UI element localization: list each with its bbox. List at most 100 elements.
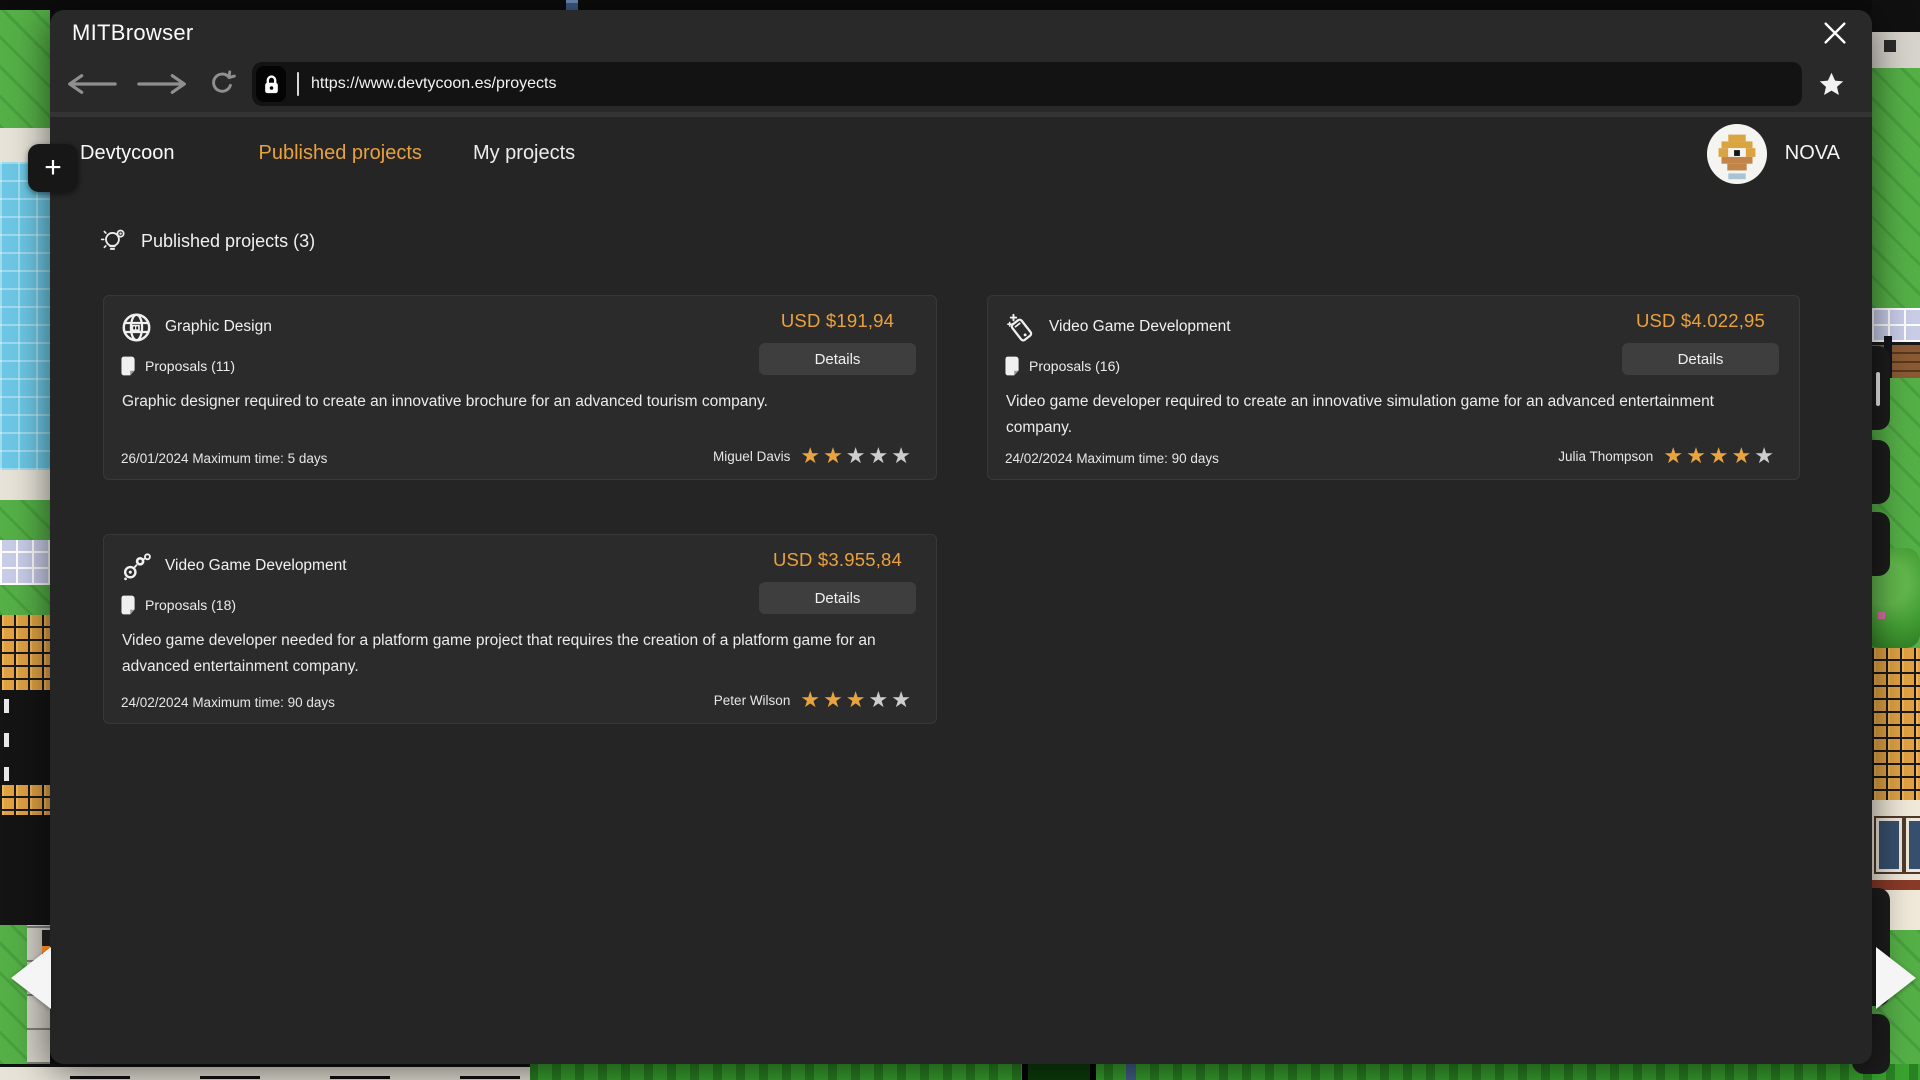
details-button[interactable]: Details <box>1622 343 1779 375</box>
empty-grid-cell <box>987 534 1800 724</box>
star-icon: ★ <box>823 443 846 468</box>
star-icon: ★ <box>1663 443 1686 468</box>
tab-published-projects[interactable]: Published projects <box>259 142 422 165</box>
game-dark-area <box>0 815 50 925</box>
star-icon: ★ <box>891 687 914 712</box>
rating-stars: ★★★★★ <box>800 690 914 710</box>
scroll-left-arrow[interactable] <box>11 947 51 1009</box>
game-building-wall <box>1872 32 1920 68</box>
back-button[interactable] <box>65 72 117 96</box>
lock-badge[interactable] <box>256 66 286 102</box>
site-header: Devtycoon Published projects My projects <box>50 117 1872 190</box>
game-grass <box>0 8 50 128</box>
project-card: Graphic Design USD $191,94 Details Propo… <box>103 295 937 480</box>
arrow-right-icon <box>137 72 189 96</box>
mobile-game-icon <box>1005 312 1036 343</box>
game-path-tiles <box>1872 308 1920 342</box>
document-icon <box>121 356 136 376</box>
price-box: USD $4.022,95 Details <box>1622 310 1779 375</box>
rating-stars: ★★★★★ <box>800 446 914 466</box>
card-footer: 24/02/2024 Maximum time: 90 days Peter W… <box>121 690 914 710</box>
game-flower-pixel <box>1878 612 1885 619</box>
avatar[interactable] <box>1706 123 1768 185</box>
proposals-count: Proposals (18) <box>145 597 236 613</box>
star-icon: ★ <box>846 687 869 712</box>
star-icon: ★ <box>1732 443 1755 468</box>
document-icon <box>121 595 136 615</box>
star-icon: ★ <box>800 443 823 468</box>
star-icon: ★ <box>869 687 892 712</box>
details-button[interactable]: Details <box>759 343 916 375</box>
game-roof-tiles <box>1872 648 1920 800</box>
game-grass <box>0 585 50 615</box>
reviewer-name: Peter Wilson <box>714 693 791 708</box>
project-meta: 24/02/2024 Maximum time: 90 days <box>1005 451 1219 466</box>
url-input[interactable]: https://www.devtycoon.es/proyects <box>311 75 556 93</box>
url-bar[interactable]: https://www.devtycoon.es/proyects <box>252 62 1802 106</box>
project-meta: 24/02/2024 Maximum time: 90 days <box>121 695 335 710</box>
bookmark-button[interactable] <box>1818 71 1845 98</box>
lock-icon <box>264 75 279 94</box>
star-icon: ★ <box>846 443 869 468</box>
scroll-right-arrow[interactable] <box>1876 947 1916 1009</box>
reviewer-name: Julia Thompson <box>1558 449 1653 464</box>
browser-titlebar: MITBrowser <box>50 10 1872 56</box>
card-footer: 24/02/2024 Maximum time: 90 days Julia T… <box>1005 446 1777 466</box>
project-description: Video game developer required to create … <box>1006 389 1754 441</box>
game-road <box>0 470 50 500</box>
rating-stars: ★★★★★ <box>1663 446 1777 466</box>
reviewer-name: Miguel Davis <box>713 449 790 464</box>
game-window-pixel <box>1884 40 1896 52</box>
window-title: MITBrowser <box>72 20 194 46</box>
reviewer: Julia Thompson ★★★★★ <box>1558 446 1777 466</box>
game-path-tiles <box>0 540 50 585</box>
browser-toolbar: https://www.devtycoon.es/proyects <box>50 56 1872 112</box>
reviewer: Peter Wilson ★★★★★ <box>714 690 914 710</box>
details-button[interactable]: Details <box>759 582 916 614</box>
globe-icon <box>121 312 152 343</box>
game-house-window <box>1876 818 1902 872</box>
project-title: Graphic Design <box>165 318 272 336</box>
bookmark-star-icon <box>1818 71 1845 98</box>
document-icon <box>1005 356 1020 376</box>
user-box: NOVA <box>1706 123 1840 185</box>
network-nodes-icon <box>121 551 152 582</box>
star-icon: ★ <box>1686 443 1709 468</box>
project-price: USD $191,94 <box>759 310 916 332</box>
close-icon <box>1820 18 1850 48</box>
forward-button[interactable] <box>137 72 189 96</box>
game-grass <box>0 500 50 540</box>
site-brand[interactable]: Devtycoon <box>80 142 175 165</box>
proposals-count: Proposals (16) <box>1029 358 1120 374</box>
side-tab-marker <box>1876 372 1880 406</box>
star-icon: ★ <box>823 687 846 712</box>
project-price: USD $4.022,95 <box>1622 310 1779 332</box>
star-icon: ★ <box>1754 443 1777 468</box>
game-plus-button[interactable]: + <box>28 144 78 192</box>
game-bush <box>1022 1064 1096 1080</box>
game-blue-pixel <box>1126 1064 1136 1080</box>
star-icon: ★ <box>891 443 914 468</box>
project-description: Video game developer needed for a platfo… <box>122 628 914 680</box>
projects-grid: Graphic Design USD $191,94 Details Propo… <box>103 295 1872 724</box>
tab-my-projects[interactable]: My projects <box>473 142 575 165</box>
game-grass <box>1872 68 1920 308</box>
card-footer: 26/01/2024 Maximum time: 5 days Miguel D… <box>121 446 914 466</box>
refresh-button[interactable] <box>208 70 236 98</box>
browser-window: MITBrowser <box>50 10 1872 1064</box>
price-box: USD $191,94 Details <box>759 310 916 375</box>
lightbulb-gear-icon <box>100 228 127 255</box>
project-title: Video Game Development <box>1049 318 1231 336</box>
project-title: Video Game Development <box>165 557 347 575</box>
star-icon: ★ <box>1709 443 1732 468</box>
close-button[interactable] <box>1817 15 1853 51</box>
game-top-strip <box>0 0 1920 10</box>
game-water-pool <box>0 162 50 470</box>
arrow-left-icon <box>65 72 117 96</box>
project-card: Video Game Development USD $4.022,95 Det… <box>987 295 1800 480</box>
project-price: USD $3.955,84 <box>759 549 916 571</box>
price-box: USD $3.955,84 Details <box>759 549 916 614</box>
refresh-icon <box>208 70 236 98</box>
url-separator <box>297 72 299 96</box>
reviewer: Miguel Davis ★★★★★ <box>713 446 914 466</box>
